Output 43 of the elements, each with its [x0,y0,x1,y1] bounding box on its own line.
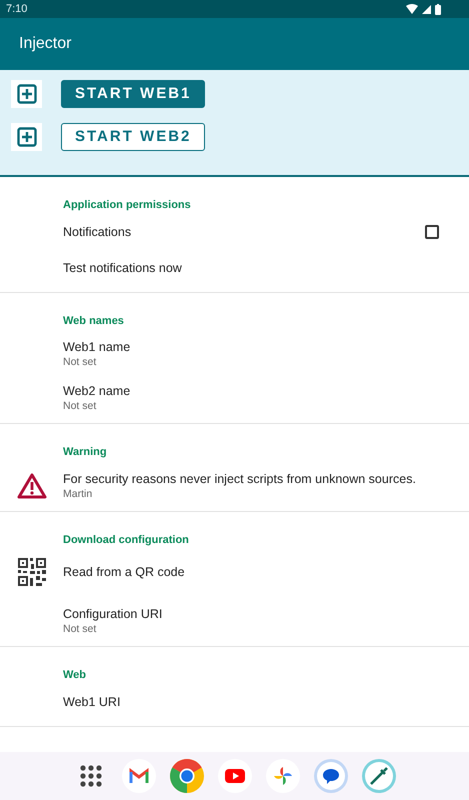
preference-item[interactable]: Web1 URI [0,684,469,720]
mail-icon[interactable] [122,759,156,793]
item-title: Web1 URI [63,694,122,710]
clock: 7:10 [6,2,28,17]
preference-item[interactable]: For security reasons never inject scripts from unknown sources. Martin [0,460,469,504]
battery-icon [435,4,441,14]
section-header: Download configuration [62,532,190,548]
chat-icon[interactable] [314,759,348,793]
section-header: Web [62,668,88,683]
pinwheel-icon[interactable] [266,759,300,793]
checkbox[interactable] [425,224,439,238]
video-icon[interactable] [218,759,252,793]
item-title: For security reasons never inject scripts from unknown sources. [63,470,417,486]
signal-icon [422,4,431,14]
item-summary: Not set [63,622,98,636]
preference-item[interactable]: Notifications [0,214,469,250]
item-title: Read from a QR code [63,564,186,580]
add-icon[interactable] [11,80,42,108]
item-summary: Not set [63,399,98,413]
section-header: Application permissions [62,198,192,213]
wifi-icon [406,4,418,14]
item-title: Web1 name [63,339,132,355]
start-button[interactable]: START WEB1 [61,80,206,108]
qr-code-icon [18,558,46,586]
item-title: Notifications [63,224,132,240]
preference-item[interactable]: Web1 name Not set [0,329,469,373]
syringe-icon[interactable] [362,759,396,793]
item-summary: Not set [63,355,98,369]
item-title: Web2 name [63,383,132,399]
section-header: Web names [62,314,125,328]
warning-icon [16,472,46,498]
add-icon[interactable] [11,123,42,151]
preference-item[interactable]: Read from a QR code [0,548,469,596]
item-title: Configuration URI [63,606,164,622]
item-title: Test notifications now [63,260,183,276]
browser-icon[interactable] [170,759,204,793]
preference-item[interactable]: Configuration URI Not set [0,596,469,640]
preference-item[interactable]: Test notifications now [0,250,469,286]
start-button[interactable]: START WEB2 [61,123,206,151]
preference-item[interactable]: Web2 name Not set [0,373,469,417]
app-title: Injector [19,34,72,54]
section-header: Warning [62,445,108,460]
item-summary: Martin [63,486,94,500]
